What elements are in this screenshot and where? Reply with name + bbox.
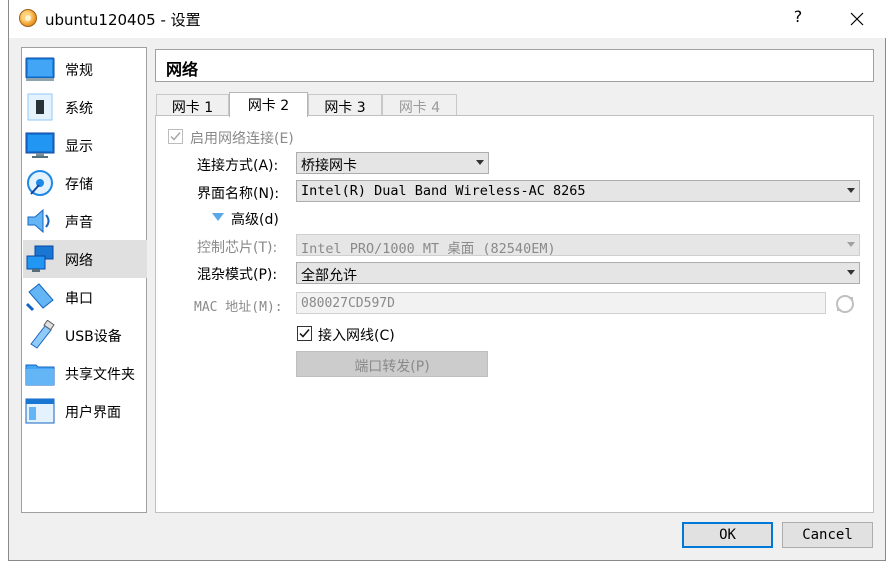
close-icon bbox=[850, 12, 864, 26]
window-title: ubuntu120405 - 设置 bbox=[45, 11, 201, 29]
sidebar-item-label: 网络 bbox=[65, 253, 93, 269]
sidebar-item-audio[interactable]: 声音 bbox=[23, 202, 147, 240]
advanced-toggle[interactable]: 高级(d) bbox=[231, 209, 279, 229]
display-icon bbox=[25, 132, 55, 158]
chevron-down-icon bbox=[847, 270, 855, 275]
sidebar-item-shared-folders[interactable]: 共享文件夹 bbox=[23, 354, 147, 392]
close-button[interactable] bbox=[837, 4, 877, 34]
mac-address-label: MAC 地址(M): bbox=[194, 300, 283, 315]
attached-to-select[interactable]: 桥接网卡 bbox=[296, 152, 489, 174]
page-title: 网络 bbox=[166, 60, 199, 79]
tab-adapter-4[interactable]: 网卡 4 bbox=[382, 94, 457, 116]
sidebar-item-label: USB设备 bbox=[65, 329, 122, 345]
sidebar-item-label: 串口 bbox=[65, 291, 93, 307]
cable-connected-checkbox[interactable] bbox=[297, 326, 312, 341]
cancel-button[interactable]: Cancel bbox=[782, 522, 873, 548]
sidebar-item-label: 存储 bbox=[65, 177, 93, 193]
sidebar-item-label: 常规 bbox=[65, 63, 93, 79]
audio-icon bbox=[27, 208, 50, 234]
cable-connected-label: 接入网线(C) bbox=[318, 328, 395, 344]
promiscuous-mode-value: 全部允许 bbox=[301, 268, 357, 284]
sidebar-item-display[interactable]: 显示 bbox=[23, 126, 147, 164]
sidebar-item-label: 声音 bbox=[65, 215, 93, 231]
help-button[interactable]: ? bbox=[785, 7, 811, 31]
user-interface-icon bbox=[25, 398, 55, 424]
network-icon bbox=[26, 245, 54, 272]
adapter-type-select[interactable]: Intel PRO/1000 MT 桌面 (82540EM) bbox=[296, 234, 860, 257]
chevron-down-icon bbox=[847, 242, 855, 247]
virtualbox-app-icon bbox=[19, 9, 37, 27]
sidebar-item-network[interactable]: 网络 bbox=[23, 240, 147, 278]
adapter-name-value: Intel(R) Dual Band Wireless-AC 8265 bbox=[301, 183, 586, 199]
title-bar: ubuntu120405 - 设置 ? bbox=[9, 0, 887, 38]
enable-adapter-checkbox[interactable] bbox=[168, 129, 183, 144]
refresh-mac-icon[interactable] bbox=[835, 294, 855, 314]
port-forwarding-button[interactable]: 端口转发(P) bbox=[296, 351, 488, 377]
sidebar-item-user-interface[interactable]: 用户界面 bbox=[23, 392, 147, 430]
page-title-box: 网络 bbox=[155, 49, 874, 82]
chevron-down-icon bbox=[847, 188, 855, 193]
sidebar-item-serial-port[interactable]: 串口 bbox=[23, 278, 147, 316]
tab-adapter-1[interactable]: 网卡 1 bbox=[156, 94, 229, 116]
checkmark-icon bbox=[299, 329, 310, 338]
tab-adapter-2[interactable]: 网卡 2 bbox=[229, 92, 308, 117]
adapter-name-label: 界面名称(N): bbox=[197, 186, 280, 202]
advanced-expand-icon[interactable] bbox=[212, 213, 224, 221]
usb-icon bbox=[30, 320, 55, 349]
sidebar-item-storage[interactable]: 存储 bbox=[23, 164, 147, 202]
adapter-name-select[interactable]: Intel(R) Dual Band Wireless-AC 8265 bbox=[296, 180, 860, 202]
shared-folder-icon bbox=[25, 364, 55, 386]
ok-button[interactable]: OK bbox=[682, 522, 773, 548]
system-icon bbox=[27, 93, 53, 121]
promiscuous-mode-select[interactable]: 全部允许 bbox=[296, 262, 860, 284]
chevron-down-icon bbox=[476, 160, 484, 165]
general-icon bbox=[25, 57, 55, 81]
sidebar-item-system[interactable]: 系统 bbox=[23, 88, 147, 126]
storage-icon bbox=[27, 170, 53, 196]
checkmark-icon bbox=[170, 132, 181, 141]
attached-to-label: 连接方式(A): bbox=[197, 158, 279, 174]
settings-category-list: 常规 系统 显示 存储 声音 网络 串口 USB设备 共享文件夹 用户界面 bbox=[21, 47, 147, 513]
adapter-type-label: 控制芯片(T): bbox=[197, 240, 278, 256]
settings-dialog: ubuntu120405 - 设置 ? 常规 系统 显示 存储 声音 网络 串口… bbox=[8, 0, 887, 561]
sidebar-item-label: 共享文件夹 bbox=[65, 367, 135, 383]
mac-address-value: 080027CD597D bbox=[301, 296, 395, 311]
mac-address-field[interactable]: 080027CD597D bbox=[296, 292, 826, 314]
tab-adapter-3[interactable]: 网卡 3 bbox=[308, 94, 382, 116]
adapter-type-value: Intel PRO/1000 MT 桌面 (82540EM) bbox=[301, 241, 556, 257]
sidebar-item-usb[interactable]: USB设备 bbox=[23, 316, 147, 354]
promiscuous-mode-label: 混杂模式(P): bbox=[197, 267, 278, 283]
attached-to-value: 桥接网卡 bbox=[301, 158, 357, 174]
sidebar-item-general[interactable]: 常规 bbox=[23, 50, 147, 88]
sidebar-item-label: 系统 bbox=[65, 101, 93, 117]
sidebar-item-label: 用户界面 bbox=[65, 405, 121, 421]
enable-adapter-label: 启用网络连接(E) bbox=[190, 131, 294, 147]
serial-port-icon bbox=[25, 283, 54, 312]
sidebar-item-label: 显示 bbox=[65, 139, 93, 155]
